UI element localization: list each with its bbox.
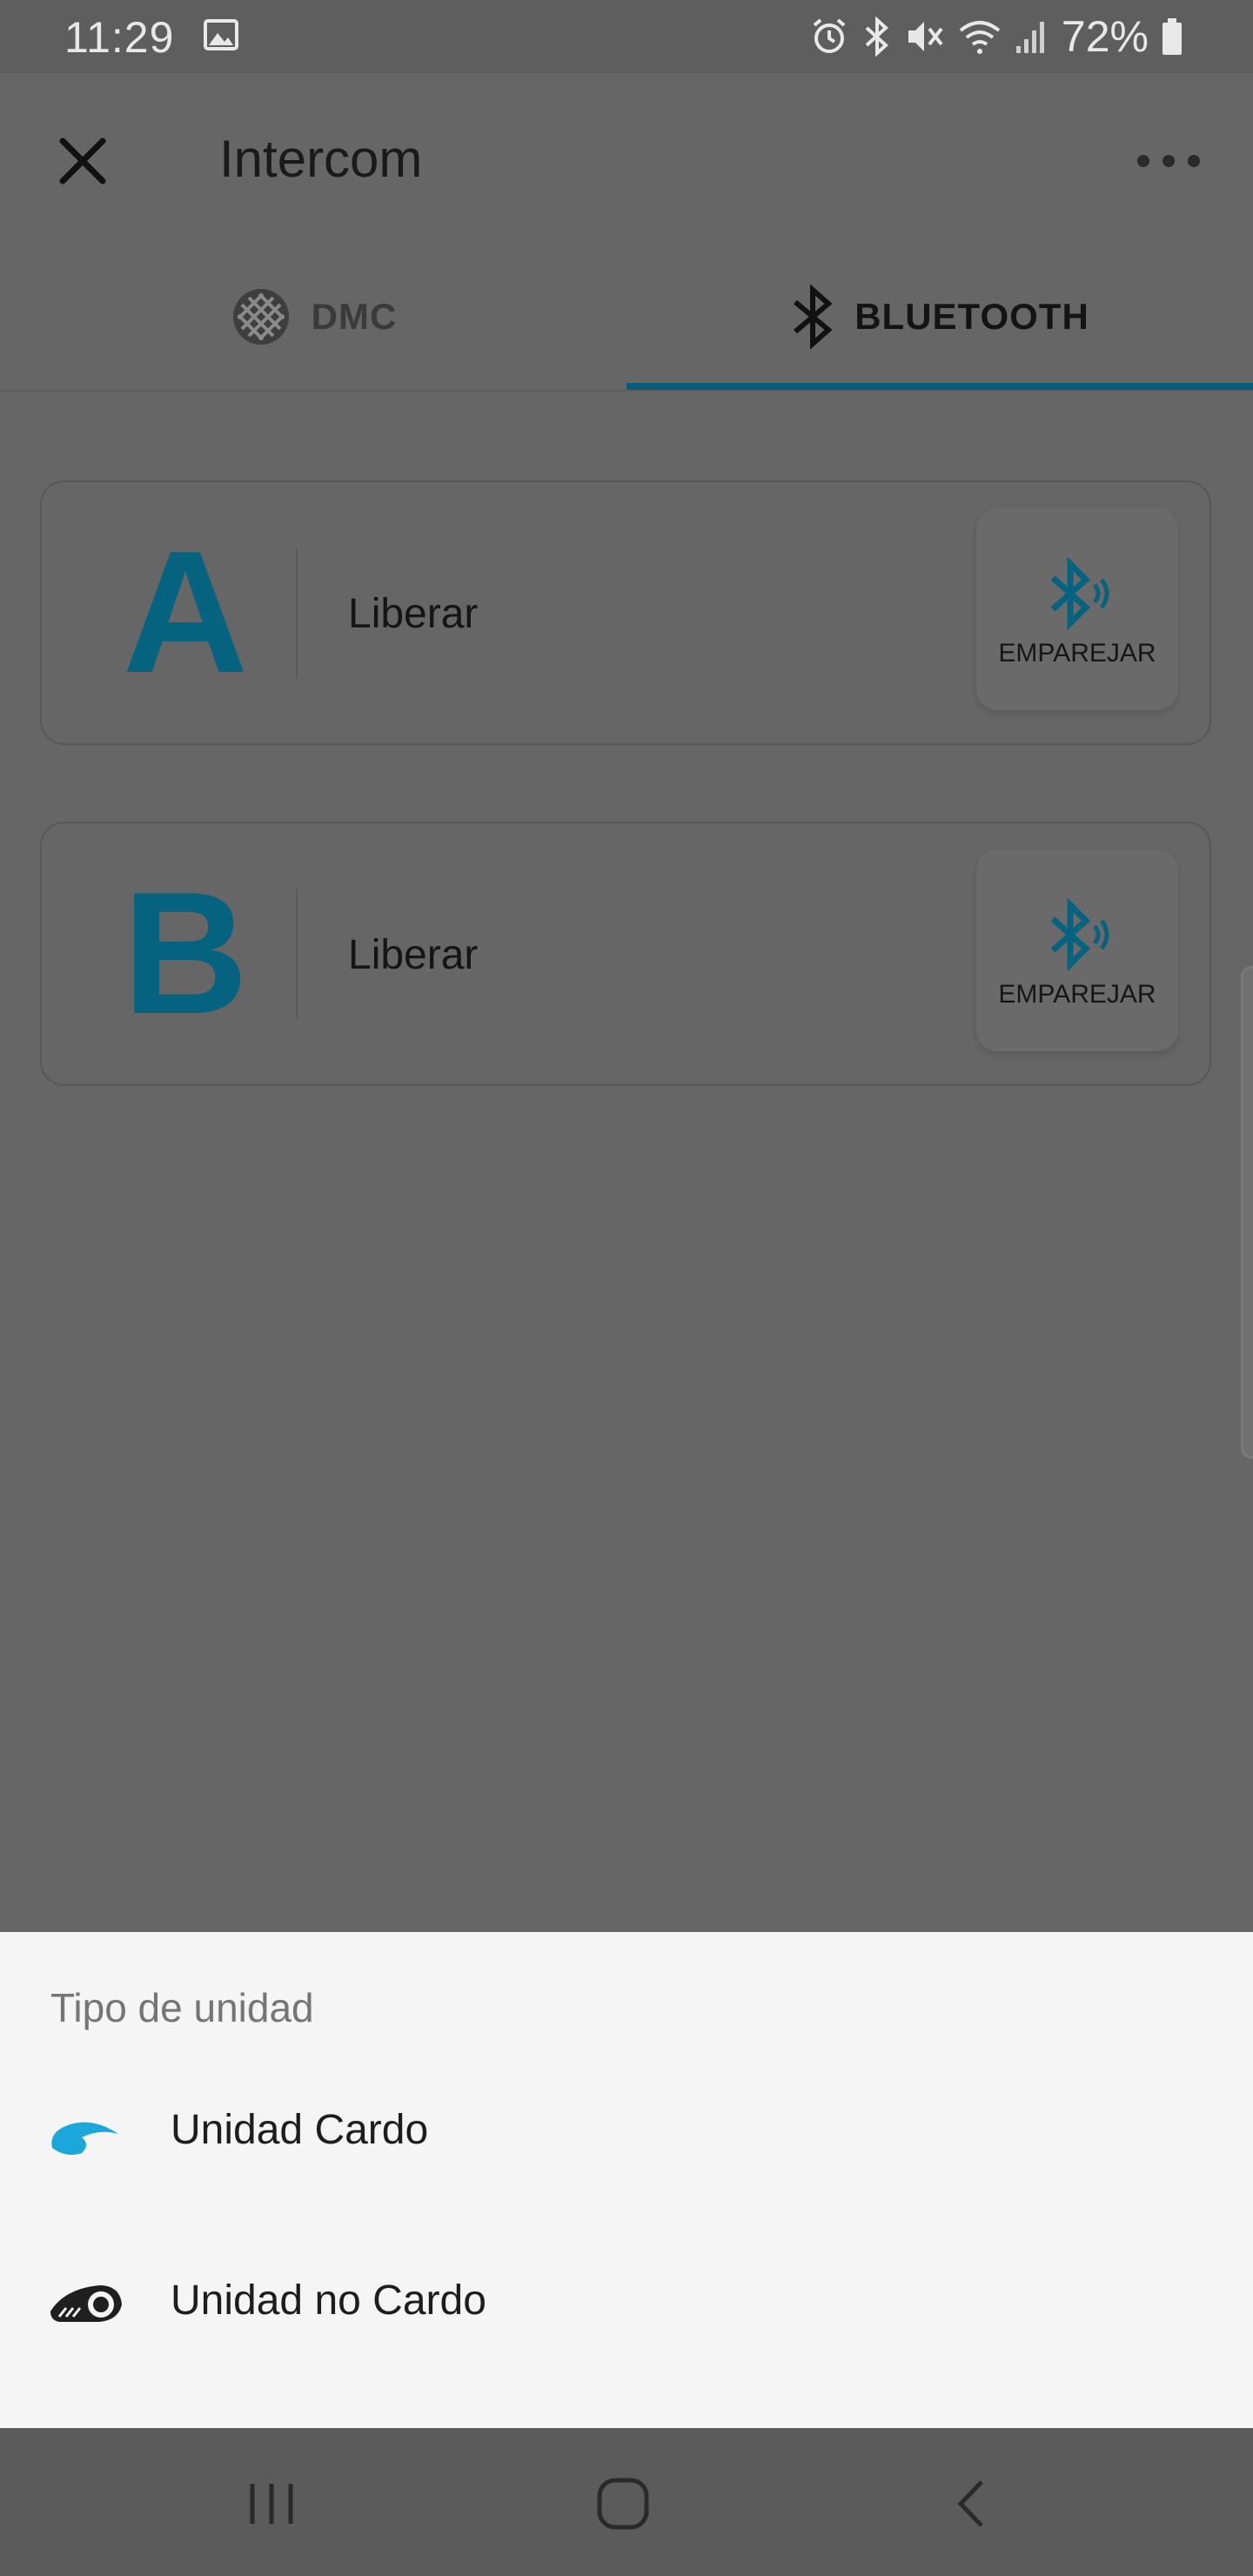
bluetooth-pair-icon (1050, 556, 1109, 631)
slot-letter: B (122, 856, 249, 1050)
cardo-unit-icon (51, 2122, 119, 2155)
app-bar: Intercom (0, 73, 1253, 244)
image-icon (204, 19, 238, 50)
option-cardo-unit[interactable]: Unidad Cardo (0, 2049, 1253, 2219)
close-icon[interactable] (52, 131, 113, 191)
divider (296, 547, 298, 679)
tab-dmc-label: DMC (311, 296, 398, 337)
recent-apps-icon[interactable] (237, 2473, 306, 2534)
tab-indicator (626, 383, 1253, 390)
tab-dmc[interactable]: DMC (0, 244, 626, 390)
tab-bluetooth[interactable]: BLUETOOTH (626, 244, 1253, 390)
slot-status: Liberar (348, 591, 479, 637)
sheet-title: Tipo de unidad (50, 1985, 314, 2030)
pair-button-label: EMPAREJAR (998, 980, 1156, 1009)
alarm-icon (813, 18, 846, 53)
pair-button-label: EMPAREJAR (998, 639, 1156, 667)
pair-button[interactable]: EMPAREJAR (976, 849, 1178, 1051)
tab-bluetooth-label: BLUETOOTH (854, 296, 1089, 337)
back-icon[interactable] (938, 2473, 1008, 2534)
option-non-cardo-unit[interactable]: Unidad no Cardo (0, 2219, 1253, 2390)
wifi-icon (959, 21, 1001, 54)
system-nav-bar (0, 2428, 1253, 2576)
home-icon[interactable] (588, 2473, 658, 2534)
bluetooth-icon (794, 285, 833, 349)
intercom-slot-b: B Liberar EMPAREJAR (40, 822, 1211, 1086)
non-cardo-unit-icon (50, 2285, 122, 2322)
signal-icon (1015, 22, 1044, 53)
intercom-slot-a: A Liberar EMPAREJAR (40, 480, 1211, 745)
page-title: Intercom (219, 130, 423, 188)
pair-button[interactable]: EMPAREJAR (976, 508, 1178, 710)
status-bar: 11:29 72% (0, 0, 1253, 73)
slot-letter: A (122, 515, 249, 709)
bluetooth-icon (865, 17, 888, 57)
tab-bar: DMC BLUETOOTH (0, 244, 1253, 392)
scroll-handle[interactable] (1241, 966, 1253, 1459)
divider (296, 888, 298, 1020)
slot-status: Liberar (348, 932, 479, 978)
battery-icon (1163, 18, 1182, 55)
bluetooth-pair-icon (1050, 897, 1109, 972)
dmc-mesh-icon (232, 289, 289, 345)
battery-percent: 72% (1061, 12, 1149, 61)
option-label: Unidad no Cardo (171, 2277, 486, 2324)
option-label: Unidad Cardo (171, 2107, 429, 2153)
status-time: 11:29 (64, 13, 175, 62)
mute-icon (908, 22, 943, 51)
unit-type-bottom-sheet: Tipo de unidad Unidad Cardo Unidad no Ca… (0, 1932, 1253, 2428)
more-options-icon[interactable] (1131, 148, 1206, 174)
